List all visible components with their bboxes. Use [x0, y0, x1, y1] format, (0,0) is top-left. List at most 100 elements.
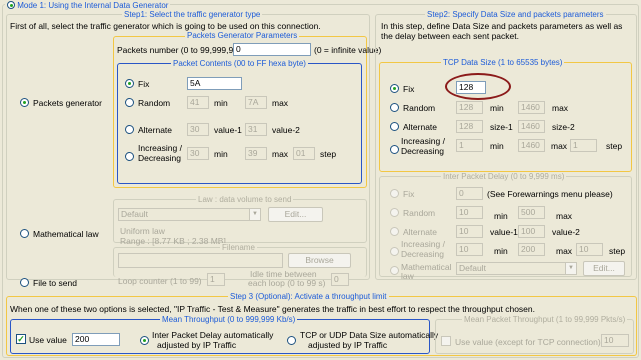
- contents-alternate-radio[interactable]: [125, 125, 134, 134]
- idle-label-2: each loop (0 to 99 s): [248, 278, 326, 288]
- contents-random-min[interactable]: 41: [187, 96, 209, 109]
- tcp-random-radio[interactable]: [390, 103, 399, 112]
- use-value-except-label: Use value (except for TCP connection): [455, 337, 601, 347]
- tcp-incdec-radio[interactable]: [390, 145, 399, 154]
- contents-fix-radio[interactable]: [125, 79, 134, 88]
- law-title: Law : data volume to send: [196, 195, 294, 204]
- packet-contents-title: Packet Contents (00 to FF hexa byte): [171, 59, 308, 68]
- contents-step-label: step: [320, 149, 337, 159]
- ipd-alt-v2-label: value-2: [552, 227, 580, 237]
- mode1-legend[interactable]: Mode 1: Using the Internal Data Generato…: [5, 0, 171, 10]
- use-value-except-checkbox[interactable]: [441, 336, 451, 346]
- tcp-incdec-min[interactable]: 1: [456, 139, 483, 152]
- tcp-step-label: step: [606, 141, 623, 151]
- contents-incdec-min[interactable]: 30: [187, 147, 209, 160]
- ipd-math-select[interactable]: Default ▼: [456, 262, 577, 275]
- ipd-random-radio[interactable]: [390, 208, 399, 217]
- ipd-auto-label-2: adjusted by IP Traffic: [157, 340, 237, 350]
- contents-fix-label: Fix: [138, 79, 150, 89]
- tcp-random-max[interactable]: 1460: [518, 101, 545, 114]
- ipd-incdec-max[interactable]: 200: [518, 243, 545, 256]
- filename-title: Filename: [220, 243, 257, 252]
- step2-intro-1: In this step, define Data Size and packe…: [381, 21, 623, 31]
- contents-alt-v2[interactable]: 31: [245, 123, 267, 136]
- contents-random-radio[interactable]: [125, 98, 134, 107]
- packets-generator-radio[interactable]: [20, 98, 29, 107]
- ipd-auto-radio[interactable]: [140, 336, 149, 345]
- tcp-alt-v1[interactable]: 128: [456, 120, 483, 133]
- contents-incdec-radio[interactable]: [125, 152, 134, 161]
- mode1-title: Mode 1: Using the Internal Data Generato…: [17, 1, 169, 10]
- ipd-edit-button[interactable]: Edit...: [583, 261, 625, 276]
- tcp-random-label: Random: [403, 103, 436, 113]
- ipd-math-radio[interactable]: [390, 266, 399, 275]
- mean-throughput-title: Mean Throughput (0 to 999,999 Kb/s): [160, 315, 298, 324]
- tcp-incdec-step[interactable]: 1: [570, 139, 597, 152]
- contents-incdec-label-2: Decreasing: [138, 153, 181, 163]
- use-value-input[interactable]: 200: [72, 333, 120, 346]
- chevron-down-icon: ▼: [565, 263, 576, 274]
- math-law-radio[interactable]: [20, 229, 29, 238]
- contents-incdec-max-label: max: [272, 149, 289, 159]
- law-select-value: Default: [121, 209, 148, 219]
- tcp-max-label: max: [552, 103, 569, 113]
- ipd-fix-input[interactable]: 0: [456, 187, 483, 200]
- file-send-radio[interactable]: [20, 278, 29, 287]
- ipd-fix-radio[interactable]: [390, 189, 399, 198]
- tcp-incdec-max[interactable]: 1460: [518, 139, 545, 152]
- contents-incdec-max[interactable]: 39: [245, 147, 267, 160]
- use-value-checkbox[interactable]: ✓: [16, 334, 26, 344]
- ipd-math-select-value: Default: [459, 263, 486, 273]
- tcp-random-min[interactable]: 128: [456, 101, 483, 114]
- ipd-incdec-min[interactable]: 10: [456, 243, 483, 256]
- tcp-alternate-label: Alternate: [403, 122, 438, 132]
- ipd-alternate-label: Alternate: [403, 227, 438, 237]
- packets-generator-label: Packets generator: [33, 98, 102, 108]
- tcp-fix-label: Fix: [403, 84, 415, 94]
- ipd-fix-label: Fix: [403, 189, 415, 199]
- packets-number-input[interactable]: 0: [233, 43, 311, 56]
- tcp-size-title: TCP Data Size (1 to 65535 bytes): [441, 58, 565, 67]
- contents-alt-v1[interactable]: 30: [187, 123, 209, 136]
- law-edit-button[interactable]: Edit...: [268, 207, 323, 222]
- step2-intro-2: the delay between each sent packet.: [381, 31, 519, 41]
- contents-fix-input[interactable]: 5A: [187, 77, 242, 90]
- law-select[interactable]: Default ▼: [118, 208, 261, 221]
- contents-random-max[interactable]: 7A: [245, 96, 267, 109]
- tcp-alt-v2[interactable]: 1460: [518, 120, 545, 133]
- tcp-incdec-label-1: Increasing /: [401, 136, 445, 146]
- ipd-min-label: min: [494, 211, 508, 221]
- browse-button[interactable]: Browse: [288, 253, 351, 268]
- ipd-alternate-radio[interactable]: [390, 227, 399, 236]
- ipd-alt-v1-label: value-1: [490, 227, 518, 237]
- ipd-max-label: max: [556, 211, 573, 221]
- tcp-auto-radio[interactable]: [287, 336, 296, 345]
- math-law-label: Mathematical law: [33, 229, 99, 239]
- pkt-value-input[interactable]: 10: [601, 334, 629, 347]
- ipd-alt-v2[interactable]: 100: [518, 225, 545, 238]
- filename-input[interactable]: [118, 253, 283, 268]
- tcp-auto-label-1: TCP or UDP Data Size automatically: [300, 330, 439, 340]
- contents-incdec-step[interactable]: 01: [293, 147, 315, 160]
- tcp-fix-radio[interactable]: [390, 84, 399, 93]
- step3-intro: When one of these two options is selecte…: [10, 304, 535, 314]
- contents-random-label: Random: [138, 98, 171, 108]
- ipd-incdec-label-1: Increasing /: [401, 239, 445, 249]
- ipd-random-max[interactable]: 500: [518, 206, 545, 219]
- idle-input[interactable]: 0: [331, 273, 349, 286]
- ipd-incdec-radio[interactable]: [390, 247, 399, 256]
- step1-intro: First of all, select the traffic generat…: [10, 21, 321, 31]
- mean-pkt-title: Mean Packet Throughput (1 to 99,999 Pkts…: [462, 315, 628, 324]
- ipd-alt-v1[interactable]: 10: [456, 225, 483, 238]
- step3-title: Step 3 (Optional): Activate a throughput…: [228, 292, 389, 301]
- loop-input[interactable]: 1: [207, 273, 225, 286]
- ipd-incdec-step[interactable]: 10: [576, 243, 603, 256]
- mode1-radio[interactable]: [7, 1, 15, 9]
- tcp-alternate-radio[interactable]: [390, 122, 399, 131]
- tcp-incdec-max-label: max: [551, 141, 568, 151]
- tcp-alt-v2-label: size-2: [552, 122, 575, 132]
- ipd-random-min[interactable]: 10: [456, 206, 483, 219]
- ipd-auto-label-1: Inter Packet Delay automatically: [152, 330, 274, 340]
- file-send-label: File to send: [33, 278, 77, 288]
- chevron-down-icon: ▼: [249, 209, 260, 220]
